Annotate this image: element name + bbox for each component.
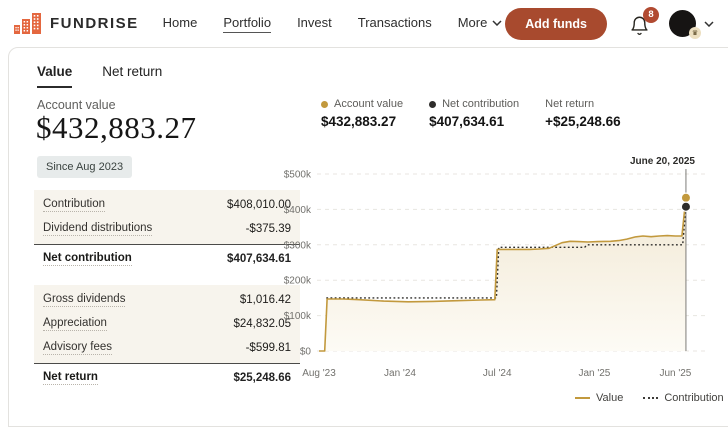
stat-value: $432,883.27: [321, 114, 403, 129]
portfolio-card: Value Net return Account value $432,883.…: [8, 47, 728, 427]
net-contribution-dot-icon: [429, 101, 436, 108]
nav-item-portfolio[interactable]: Portfolio: [223, 15, 271, 33]
stat-net-contribution: Net contribution $407,634.61: [429, 98, 519, 129]
svg-text:Jun '25: Jun '25: [659, 368, 691, 379]
account-value-amount: $432,883.27: [36, 110, 197, 146]
stat-net-return: Net return +$25,248.66: [545, 98, 620, 129]
row-label-gross-dividends[interactable]: Gross dividends: [43, 293, 125, 307]
account-menu[interactable]: ♛: [669, 10, 696, 37]
table-row: Advisory fees -$599.81: [34, 336, 300, 360]
stat-account-value: Account value $432,883.27: [321, 98, 403, 129]
contribution-line-swatch-icon: [643, 397, 658, 399]
nav-item-transactions[interactable]: Transactions: [358, 15, 432, 32]
nav-more-label: More: [458, 15, 488, 30]
net-contribution-row: Net contribution $407,634.61: [34, 244, 300, 272]
stat-label: Account value: [334, 98, 403, 110]
nav-item-invest[interactable]: Invest: [297, 15, 332, 32]
row-label-advisory-fees[interactable]: Advisory fees: [43, 341, 112, 355]
legend-label: Value: [596, 392, 623, 404]
stat-label: Net contribution: [442, 98, 519, 110]
notification-count-badge: 8: [643, 7, 659, 23]
top-nav-bar: FUNDRISE Home Portfolio Invest Transacti…: [0, 0, 728, 47]
svg-text:$500k: $500k: [284, 170, 312, 181]
svg-text:June 20, 2025: June 20, 2025: [630, 156, 695, 167]
row-label-net-contribution[interactable]: Net contribution: [43, 252, 132, 266]
svg-text:Aug '23: Aug '23: [302, 368, 336, 379]
chart-stats: Account value $432,883.27 Net contributi…: [321, 98, 621, 129]
chart-legend-footer: Value Contribution: [575, 392, 724, 404]
table-row: Gross dividends $1,016.42: [34, 288, 300, 312]
value-tabs: Value Net return: [37, 64, 162, 88]
notifications-button[interactable]: 8: [629, 11, 653, 37]
legend-label: Contribution: [664, 392, 723, 404]
stat-label: Net return: [545, 98, 594, 110]
svg-text:$400k: $400k: [284, 205, 312, 216]
portfolio-value-chart[interactable]: $0 $100k $200k $300k $400k $500k Aug '23 Jan '2…: [271, 154, 711, 386]
svg-text:$200k: $200k: [284, 276, 312, 287]
returns-group: Gross dividends $1,016.42 Appreciation $…: [34, 285, 300, 363]
stat-value: +$25,248.66: [545, 114, 620, 129]
account-value-dot-icon: [321, 101, 328, 108]
chevron-down-icon: [492, 20, 502, 26]
table-row: Contribution $408,010.00: [34, 193, 300, 217]
brand-name: FUNDRISE: [50, 15, 139, 32]
buildings-icon: [14, 12, 42, 36]
fundrise-logo[interactable]: FUNDRISE: [14, 12, 139, 36]
svg-text:$300k: $300k: [284, 240, 312, 251]
breakdown-table: Contribution $408,010.00 Dividend distri…: [34, 190, 300, 391]
nav-item-home[interactable]: Home: [163, 15, 198, 32]
tab-net-return[interactable]: Net return: [102, 64, 162, 88]
table-row: Appreciation $24,832.05: [34, 312, 300, 336]
nav-item-more[interactable]: More: [458, 15, 503, 32]
membership-crown-icon: ♛: [689, 27, 701, 39]
row-label-contribution[interactable]: Contribution: [43, 198, 105, 212]
tab-value[interactable]: Value: [37, 64, 72, 88]
svg-text:Jul '24: Jul '24: [483, 368, 512, 379]
legend-item-value: Value: [575, 392, 623, 404]
row-label-net-return[interactable]: Net return: [43, 371, 98, 385]
main-nav: Home Portfolio Invest Transactions More: [163, 15, 503, 33]
svg-text:Jan '24: Jan '24: [384, 368, 416, 379]
table-row: Dividend distributions -$375.39: [34, 217, 300, 241]
legend-item-contribution: Contribution: [643, 392, 723, 404]
net-return-row: Net return $25,248.66: [34, 363, 300, 391]
since-date-badge: Since Aug 2023: [37, 156, 132, 178]
svg-text:$0: $0: [300, 347, 312, 358]
contribution-group: Contribution $408,010.00 Dividend distri…: [34, 190, 300, 244]
add-funds-button[interactable]: Add funds: [505, 8, 607, 40]
row-label-appreciation[interactable]: Appreciation: [43, 317, 107, 331]
svg-text:$100k: $100k: [284, 311, 312, 322]
value-line-swatch-icon: [575, 397, 590, 399]
svg-text:Jan '25: Jan '25: [578, 368, 610, 379]
row-label-dividend-distributions[interactable]: Dividend distributions: [43, 222, 152, 236]
stat-value: $407,634.61: [429, 114, 519, 129]
account-chevron-down-icon[interactable]: [704, 21, 714, 27]
